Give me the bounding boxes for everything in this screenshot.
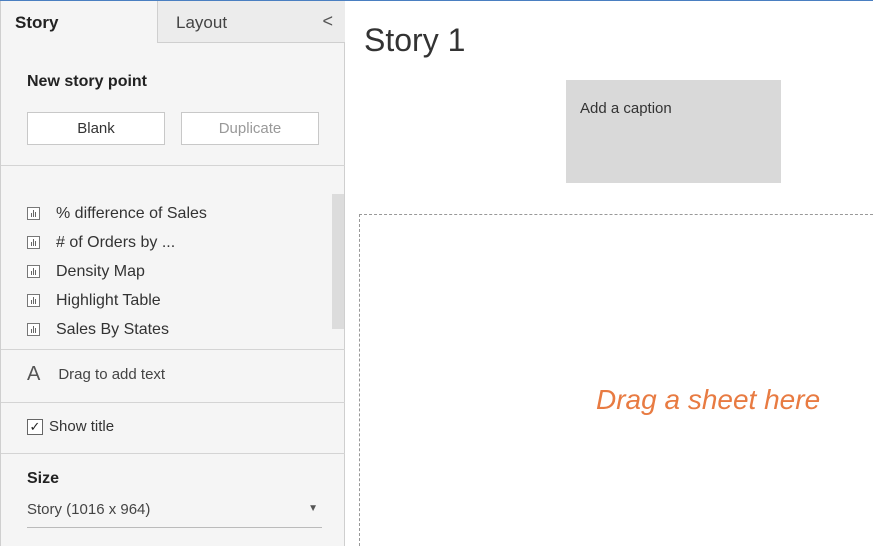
sheet-list-scrollbar[interactable] — [332, 194, 344, 329]
sheet-item-label: Density Map — [56, 262, 145, 280]
divider — [1, 349, 345, 350]
sheet-item[interactable]: Density Map — [27, 257, 327, 286]
sheet-item[interactable]: % difference of Sales — [27, 199, 327, 228]
drop-zone-hint: Drag a sheet here — [596, 384, 821, 415]
sheet-drop-zone[interactable]: Drag a sheet here — [359, 214, 873, 546]
story-panel: Story Layout < New story point Blank Dup… — [0, 1, 345, 546]
duplicate-button[interactable]: Duplicate — [181, 112, 319, 145]
show-title-checkbox[interactable]: ✓ — [27, 418, 43, 435]
show-title-toggle[interactable]: ✓ Show title — [27, 418, 114, 435]
caption-box[interactable]: Add a caption — [566, 80, 781, 183]
divider — [1, 402, 345, 403]
blank-button[interactable]: Blank — [27, 112, 165, 145]
sheet-item-label: Highlight Table — [56, 291, 161, 309]
new-story-point-heading: New story point — [27, 73, 148, 90]
tab-story[interactable]: Story — [1, 1, 157, 43]
size-dropdown[interactable]: Story (1016 x 964) ▼ — [27, 501, 322, 528]
text-object-icon: A — [27, 363, 41, 385]
sheet-icon — [27, 323, 40, 336]
size-heading: Size — [27, 470, 60, 487]
sheet-list: % difference of Sales # of Orders by ...… — [27, 199, 327, 344]
panel-tabs: Story Layout < — [1, 1, 345, 43]
dropdown-arrow-icon: ▼ — [308, 503, 318, 514]
tab-layout-label: Layout — [176, 13, 228, 32]
sheet-item[interactable]: # of Orders by ... — [27, 228, 327, 257]
sheet-item[interactable]: Highlight Table — [27, 286, 327, 315]
divider — [1, 453, 345, 454]
sheet-icon — [27, 236, 40, 249]
sheet-item-label: Sales By States — [56, 320, 169, 338]
sheet-icon — [27, 265, 40, 278]
sheet-icon — [27, 294, 40, 307]
sheet-icon — [27, 207, 40, 220]
sheet-item[interactable]: Sales By States — [27, 315, 327, 344]
show-title-label: Show title — [49, 418, 115, 435]
story-title[interactable]: Story 1 — [364, 22, 465, 59]
sheet-item-label: % difference of Sales — [56, 204, 207, 222]
sheet-item-label: # of Orders by ... — [56, 233, 176, 251]
collapse-panel-icon[interactable]: < — [322, 11, 333, 32]
size-value: Story (1016 x 964) — [27, 501, 151, 518]
tab-layout[interactable]: Layout < — [157, 1, 345, 43]
divider — [1, 165, 345, 166]
text-object-label: Drag to add text — [58, 366, 166, 383]
text-object-item[interactable]: A Drag to add text — [27, 363, 165, 386]
